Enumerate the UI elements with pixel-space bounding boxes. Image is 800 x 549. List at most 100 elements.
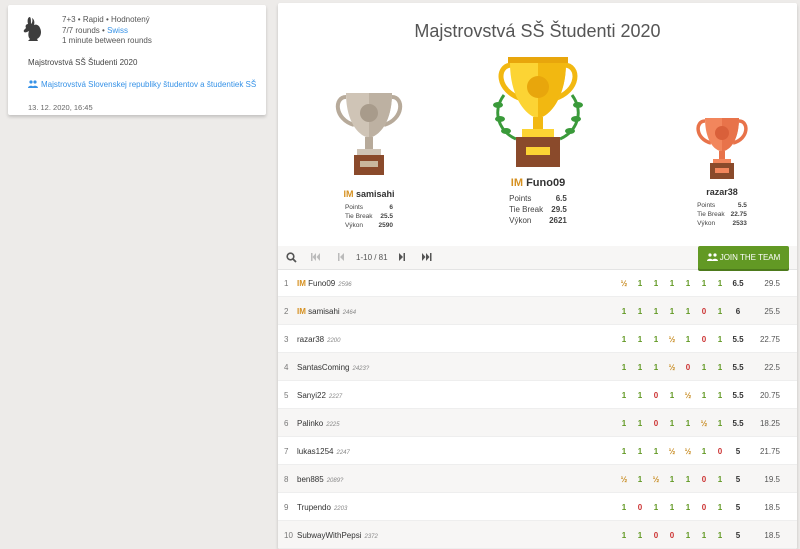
round-result[interactable]: 1: [617, 391, 631, 400]
player[interactable]: lukas1254 2247: [297, 447, 350, 456]
podium-third-name[interactable]: razar38: [672, 187, 772, 197]
player[interactable]: Palinko 2225: [297, 419, 340, 428]
player[interactable]: razar38 2200: [297, 335, 340, 344]
round-result[interactable]: 1: [697, 279, 711, 288]
round-result[interactable]: 1: [665, 279, 679, 288]
player-name[interactable]: razar38: [706, 187, 738, 197]
round-result[interactable]: 1: [649, 307, 663, 316]
round-result[interactable]: ½: [681, 391, 695, 400]
podium-first-name[interactable]: IM Funo09: [483, 177, 593, 189]
player-name[interactable]: razar38: [297, 335, 324, 344]
podium-second-name[interactable]: IM samisahi: [314, 189, 424, 199]
player[interactable]: Sanyi22 2227: [297, 391, 342, 400]
previous-page-icon[interactable]: [338, 252, 346, 262]
round-result[interactable]: 1: [681, 307, 695, 316]
round-result[interactable]: 1: [633, 419, 647, 428]
round-result[interactable]: 1: [713, 503, 727, 512]
next-page-icon[interactable]: [398, 252, 406, 262]
round-result[interactable]: ½: [665, 447, 679, 456]
table-row[interactable]: 1 IM Funo09 2596 ½ 1 1 1 1 1 1 6.5 29.5: [278, 269, 797, 297]
round-result[interactable]: 1: [665, 307, 679, 316]
round-result[interactable]: 1: [649, 363, 663, 372]
join-team-button[interactable]: JOIN THE TEAM: [698, 246, 789, 269]
player-name[interactable]: Sanyi22: [297, 391, 326, 400]
round-result[interactable]: 1: [649, 335, 663, 344]
round-result[interactable]: 1: [681, 531, 695, 540]
player-name[interactable]: Palinko: [297, 419, 323, 428]
round-result[interactable]: 0: [649, 419, 663, 428]
player-name[interactable]: lukas1254: [297, 447, 333, 456]
player[interactable]: IM samisahi 2464: [297, 307, 356, 316]
search-icon[interactable]: [286, 252, 297, 263]
round-result[interactable]: 1: [697, 391, 711, 400]
round-result[interactable]: 1: [633, 363, 647, 372]
table-row[interactable]: 3 razar38 2200 1 1 1 ½ 1 0 1 5.5 22.75: [278, 325, 797, 353]
round-result[interactable]: 1: [681, 419, 695, 428]
table-row[interactable]: 6 Palinko 2225 1 1 0 1 1 ½ 1 5.5 18.25: [278, 409, 797, 437]
table-row[interactable]: 7 lukas1254 2247 1 1 1 ½ ½ 1 0 5 21.75: [278, 437, 797, 465]
round-result[interactable]: 1: [617, 307, 631, 316]
player[interactable]: ben885 2089?: [297, 475, 343, 484]
player-name[interactable]: SantasComing: [297, 363, 349, 372]
round-result[interactable]: 0: [649, 531, 663, 540]
round-result[interactable]: 0: [697, 335, 711, 344]
round-result[interactable]: 1: [713, 419, 727, 428]
round-result[interactable]: 1: [649, 279, 663, 288]
player-name[interactable]: samisahi: [308, 307, 340, 316]
last-page-icon[interactable]: [421, 252, 432, 262]
round-result[interactable]: 1: [617, 363, 631, 372]
player-name[interactable]: Funo09: [308, 279, 335, 288]
round-result[interactable]: 1: [617, 447, 631, 456]
table-row[interactable]: 9 Trupendo 2203 1 0 1 1 1 0 1 5 18.5: [278, 493, 797, 521]
table-row[interactable]: 2 IM samisahi 2464 1 1 1 1 1 0 1 6 25.5: [278, 297, 797, 325]
round-result[interactable]: 1: [617, 531, 631, 540]
round-result[interactable]: 1: [713, 531, 727, 540]
round-result[interactable]: 0: [649, 391, 663, 400]
round-result[interactable]: 1: [633, 279, 647, 288]
round-result[interactable]: 1: [697, 531, 711, 540]
round-result[interactable]: 0: [681, 363, 695, 372]
first-page-icon[interactable]: [311, 252, 321, 262]
round-result[interactable]: 0: [697, 503, 711, 512]
round-result[interactable]: 1: [633, 307, 647, 316]
round-result[interactable]: 1: [665, 391, 679, 400]
round-result[interactable]: 1: [617, 419, 631, 428]
round-result[interactable]: ½: [649, 475, 663, 484]
player-name[interactable]: Trupendo: [297, 503, 331, 512]
round-result[interactable]: 0: [713, 447, 727, 456]
player[interactable]: Trupendo 2203: [297, 503, 347, 512]
team-link-label[interactable]: Majstrovstvá Slovenskej republiky študen…: [41, 80, 256, 89]
round-result[interactable]: 1: [617, 335, 631, 344]
round-result[interactable]: 1: [665, 503, 679, 512]
round-result[interactable]: 1: [633, 391, 647, 400]
player-name[interactable]: SubwayWithPepsi: [297, 531, 361, 540]
team-link[interactable]: Majstrovstvá Slovenskej republiky študen…: [28, 80, 258, 89]
table-row[interactable]: 4 SantasComing 2423? 1 1 1 ½ 0 1 1 5.5 22.5: [278, 353, 797, 381]
player[interactable]: SantasComing 2423?: [297, 363, 369, 372]
round-result[interactable]: 1: [665, 419, 679, 428]
round-result[interactable]: 1: [649, 447, 663, 456]
round-result[interactable]: 1: [633, 447, 647, 456]
player-name[interactable]: samisahi: [356, 189, 395, 199]
round-result[interactable]: 1: [633, 335, 647, 344]
round-result[interactable]: 1: [681, 335, 695, 344]
round-result[interactable]: 1: [665, 475, 679, 484]
player-name[interactable]: Funo09: [526, 177, 565, 189]
round-result[interactable]: 1: [713, 391, 727, 400]
round-result[interactable]: 1: [713, 475, 727, 484]
round-result[interactable]: 1: [697, 363, 711, 372]
round-result[interactable]: 0: [665, 531, 679, 540]
round-result[interactable]: 0: [633, 503, 647, 512]
round-result[interactable]: 1: [713, 363, 727, 372]
swiss-link[interactable]: Swiss: [107, 26, 128, 35]
round-result[interactable]: 1: [713, 279, 727, 288]
round-result[interactable]: 1: [713, 307, 727, 316]
round-result[interactable]: ½: [697, 419, 711, 428]
player-name[interactable]: ben885: [297, 475, 324, 484]
join-team-label[interactable]: JOIN THE TEAM: [720, 253, 781, 262]
round-result[interactable]: 1: [681, 503, 695, 512]
round-result[interactable]: ½: [617, 279, 631, 288]
player[interactable]: IM Funo09 2596: [297, 279, 352, 288]
table-row[interactable]: 10 SubwayWithPepsi 2372 1 1 0 0 1 1 1 5 18.5: [278, 521, 797, 549]
round-result[interactable]: 1: [617, 503, 631, 512]
